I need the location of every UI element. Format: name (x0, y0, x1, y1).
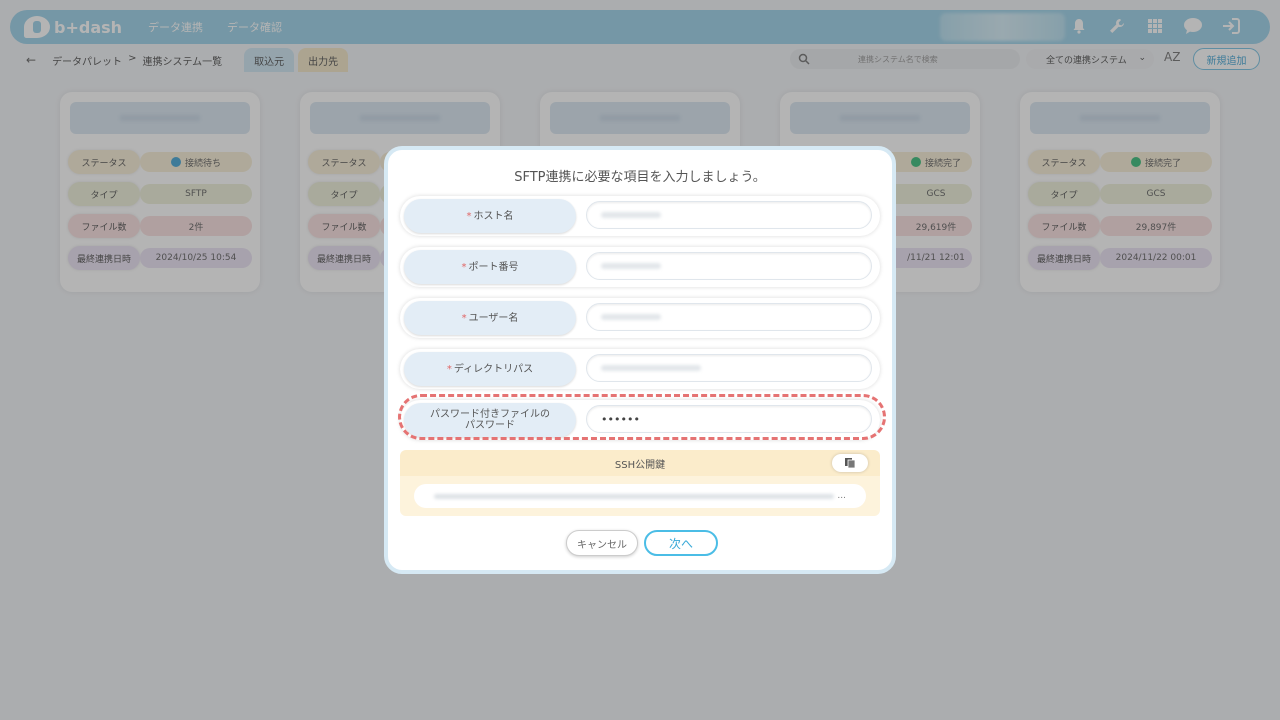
directory-field-row: * ディレクトリパス (400, 349, 880, 389)
next-button[interactable]: 次へ (644, 530, 718, 556)
copy-icon (845, 458, 856, 469)
ssh-key-body: ... (400, 476, 880, 516)
ssh-key-label: SSH公開鍵 (614, 459, 666, 471)
ssh-key-ellipsis: ... (837, 491, 846, 501)
sftp-settings-modal: SFTP連携に必要な項目を入力しましょう。 * ホスト名 * ポート番号 * ユーザー… (384, 146, 896, 574)
host-field-row: * ホスト名 (400, 196, 880, 236)
directory-input[interactable] (586, 354, 872, 382)
port-field-row: * ポート番号 (400, 247, 880, 287)
host-input[interactable] (586, 201, 872, 229)
username-input[interactable] (586, 303, 872, 331)
username-label: * ユーザー名 (404, 301, 576, 335)
directory-label: * ディレクトリパス (404, 352, 576, 386)
modal-title: SFTP連携に必要な項目を入力しましょう。 (514, 170, 766, 185)
port-input[interactable] (586, 252, 872, 280)
cancel-button[interactable]: キャンセル (566, 530, 638, 556)
ssh-key-header: SSH公開鍵 (400, 450, 880, 476)
host-label: * ホスト名 (404, 199, 576, 233)
username-field-row: * ユーザー名 (400, 298, 880, 338)
password-field-highlight (398, 394, 886, 440)
port-label: * ポート番号 (404, 250, 576, 284)
ssh-key-value[interactable]: ... (414, 484, 866, 508)
copy-button[interactable] (832, 454, 868, 472)
